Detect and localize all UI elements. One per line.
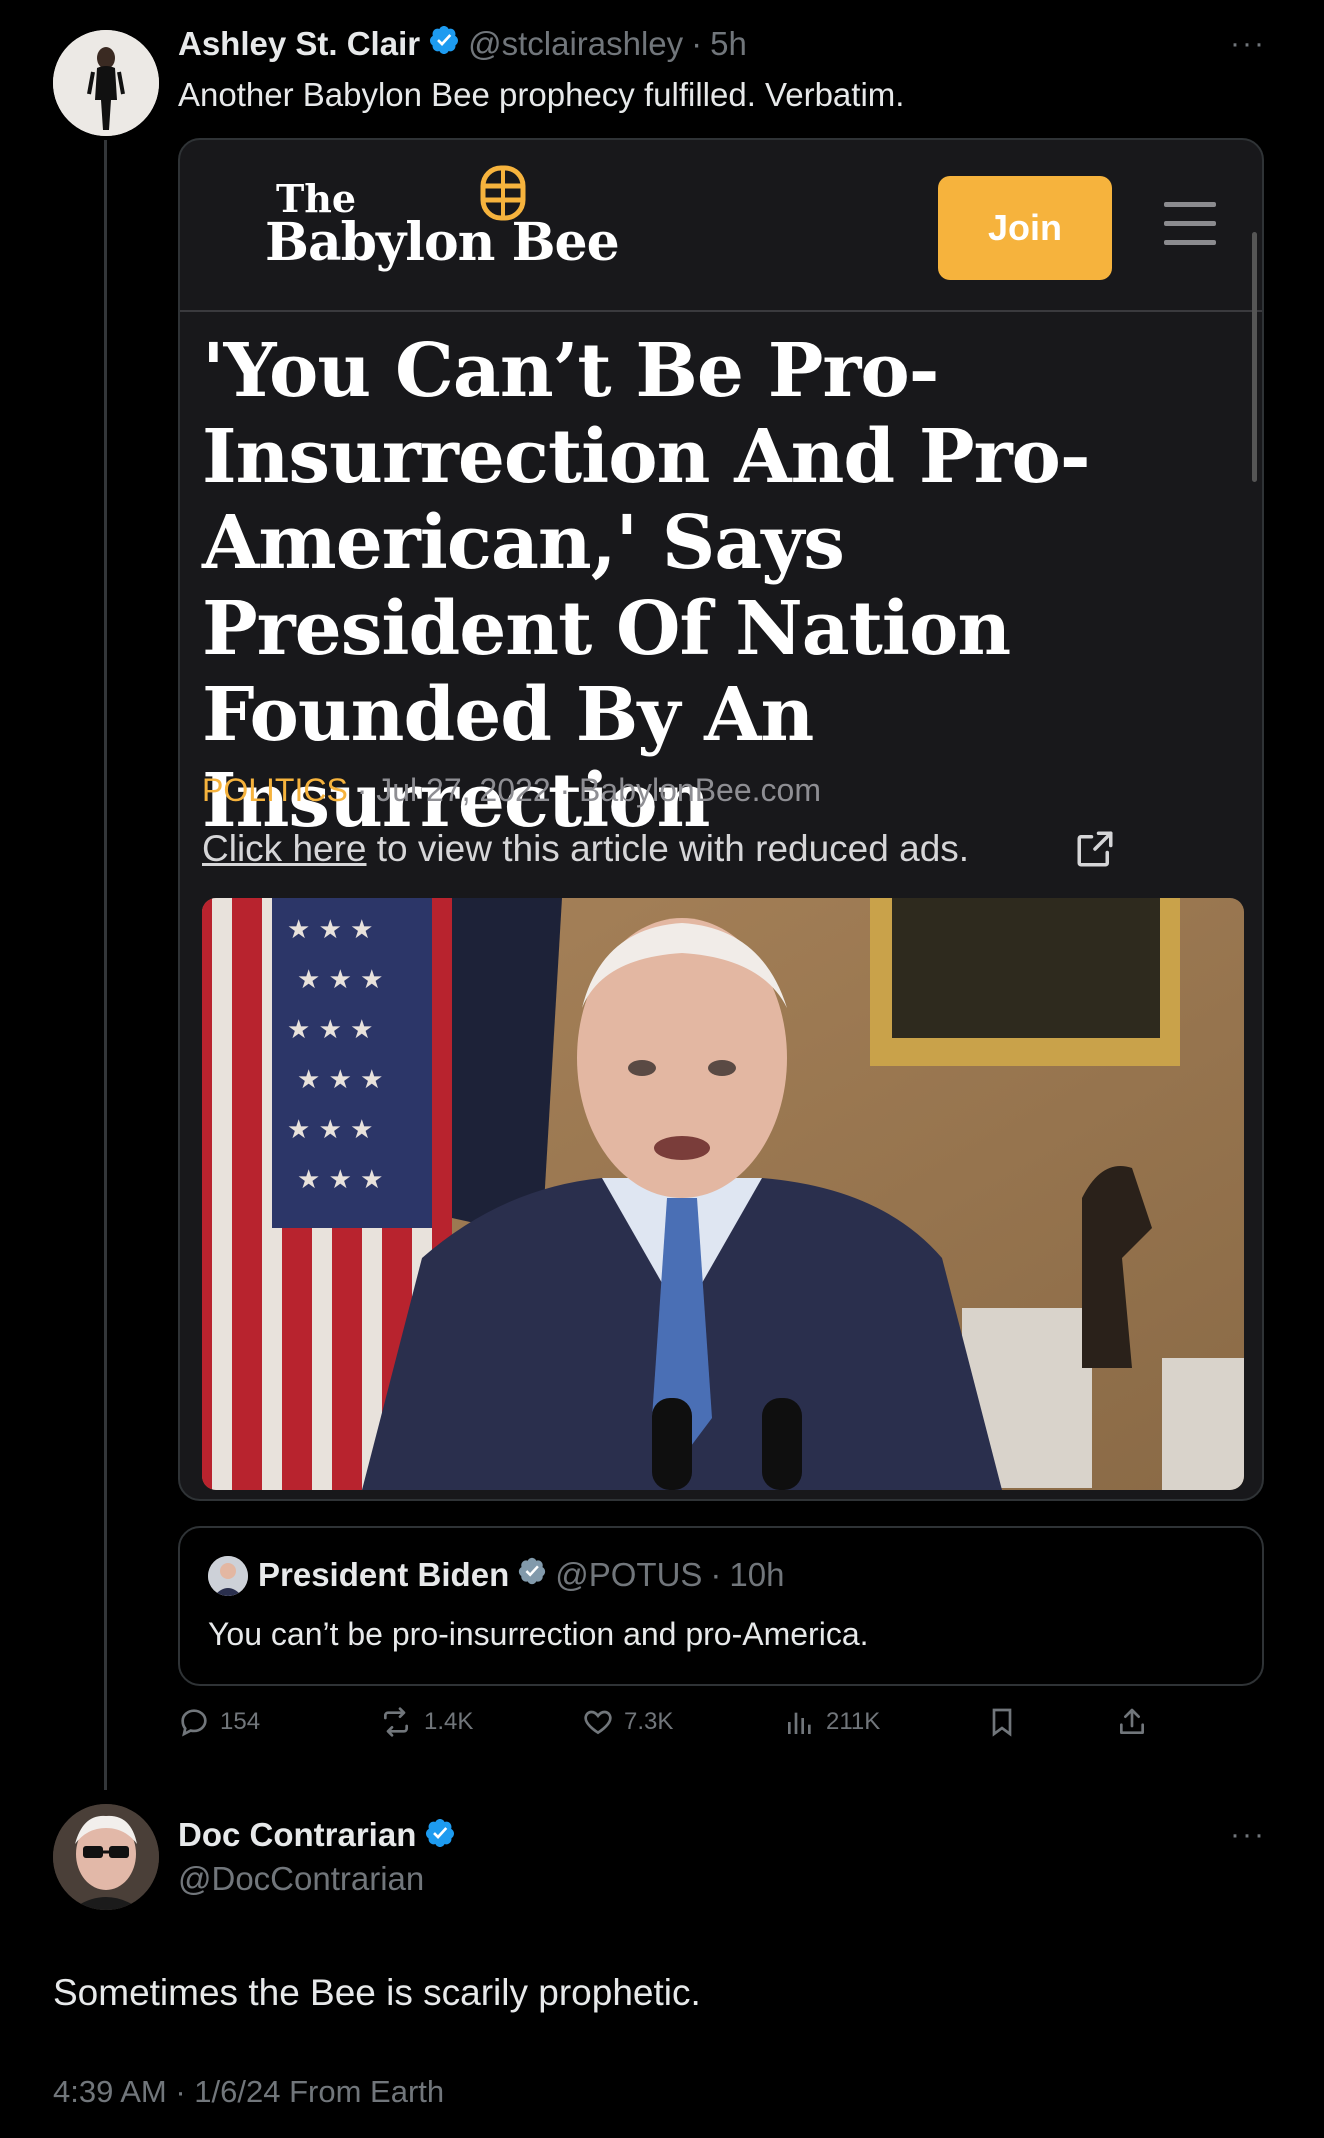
repost-icon xyxy=(378,1706,414,1738)
logo-babylon-bee-text[interactable]: Babylon Bee xyxy=(265,212,620,273)
like-count: 7.3K xyxy=(624,1708,674,1735)
svg-text:★ ★ ★: ★ ★ ★ xyxy=(297,965,383,995)
tweet-timestamp[interactable]: 4:39 AM · 1/6/24 From Earth xyxy=(53,2074,444,2110)
svg-text:★ ★ ★: ★ ★ ★ xyxy=(287,1015,373,1045)
avatar-potus[interactable] xyxy=(208,1556,248,1596)
reduced-ads-line: Click here to view this article with red… xyxy=(202,828,969,870)
views-count: 211K xyxy=(826,1708,881,1735)
category-label[interactable]: POLITICS xyxy=(202,772,348,808)
heart-icon xyxy=(582,1706,614,1738)
user-handle[interactable]: @stclairashley xyxy=(468,25,683,63)
display-name[interactable]: Doc Contrarian xyxy=(178,1816,416,1854)
quoted-tweet[interactable]: President Biden @POTUS · 10h You can’t b… xyxy=(178,1526,1264,1686)
more-options-icon[interactable]: ··· xyxy=(1230,29,1266,59)
reply-button[interactable]: 154 xyxy=(178,1706,260,1738)
article-photo[interactable]: ★ ★ ★ ★ ★ ★ ★ ★ ★ ★ ★ ★ ★ ★ ★ ★ ★ ★ xyxy=(202,898,1244,1490)
verified-badge-icon xyxy=(428,24,460,64)
like-button[interactable]: 7.3K xyxy=(582,1706,673,1738)
external-link-icon[interactable] xyxy=(1074,828,1116,870)
join-button[interactable]: Join xyxy=(938,176,1112,280)
svg-text:★ ★ ★: ★ ★ ★ xyxy=(297,1065,383,1095)
reduced-ads-text: to view this article with reduced ads. xyxy=(366,828,970,869)
bookmark-button[interactable] xyxy=(986,1706,1018,1738)
tweet2-header: Doc Contrarian xyxy=(178,1816,456,1854)
user-handle[interactable]: @DocContrarian xyxy=(178,1860,424,1898)
share-button[interactable] xyxy=(1116,1706,1148,1738)
separator-dot: · xyxy=(691,25,703,62)
svg-text:★ ★ ★: ★ ★ ★ xyxy=(287,1115,373,1145)
tweet1-text: Another Babylon Bee prophecy fulfilled. … xyxy=(178,76,905,113)
quoted-tweet-text: You can’t be pro-insurrection and pro-Am… xyxy=(208,1616,869,1652)
quoted-tweet-header: President Biden @POTUS · 10h xyxy=(258,1556,784,1594)
hamburger-menu-icon[interactable] xyxy=(1164,202,1216,246)
bookmark-icon xyxy=(986,1706,1018,1738)
tweet-time[interactable]: 5h xyxy=(710,25,747,63)
article-card[interactable]: The Babylon Bee Join 'You Can’t Be Pro-I… xyxy=(178,138,1264,1501)
avatar-doc-contrarian[interactable] xyxy=(53,1804,159,1910)
verified-badge-icon xyxy=(517,1556,547,1594)
separator-dot: · xyxy=(710,1556,722,1593)
display-name[interactable]: Ashley St. Clair xyxy=(178,25,420,63)
tweet2-text: Sometimes the Bee is scarily prophetic. xyxy=(53,1972,701,2013)
article-date-source: · Jul 27, 2022 · BabylonBee.com xyxy=(347,772,821,808)
reply-icon xyxy=(178,1706,210,1738)
views-chart-icon xyxy=(784,1706,816,1738)
more-options-icon[interactable]: ··· xyxy=(1230,1820,1266,1850)
quoted-display-name[interactable]: President Biden xyxy=(258,1556,509,1594)
share-icon xyxy=(1116,1706,1148,1738)
repost-button[interactable]: 1.4K xyxy=(378,1706,473,1738)
tweet1-header: Ashley St. Clair @stclairashley · 5h xyxy=(178,24,747,64)
svg-text:★ ★ ★: ★ ★ ★ xyxy=(287,915,373,945)
tweet-action-bar: 154 1.4K 7.3K 211K xyxy=(178,1706,1178,1746)
avatar-ashley[interactable] xyxy=(53,30,159,136)
article-meta: POLITICS · Jul 27, 2022 · BabylonBee.com xyxy=(202,772,821,809)
article-headline[interactable]: 'You Can’t Be Pro-Insurrection And Pro-A… xyxy=(202,328,1202,844)
reply-count: 154 xyxy=(220,1708,261,1735)
quoted-handle[interactable]: @POTUS xyxy=(555,1556,702,1594)
views-button[interactable]: 211K xyxy=(784,1706,880,1738)
svg-text:★ ★ ★: ★ ★ ★ xyxy=(297,1165,383,1195)
site-header: The Babylon Bee Join xyxy=(180,140,1262,312)
click-here-link[interactable]: Click here xyxy=(202,828,367,869)
quoted-time[interactable]: 10h xyxy=(729,1556,784,1594)
verified-badge-icon xyxy=(424,1817,456,1854)
article-scrollbar[interactable] xyxy=(1252,232,1257,482)
thread-connector-line xyxy=(104,140,107,1790)
repost-count: 1.4K xyxy=(424,1708,474,1735)
